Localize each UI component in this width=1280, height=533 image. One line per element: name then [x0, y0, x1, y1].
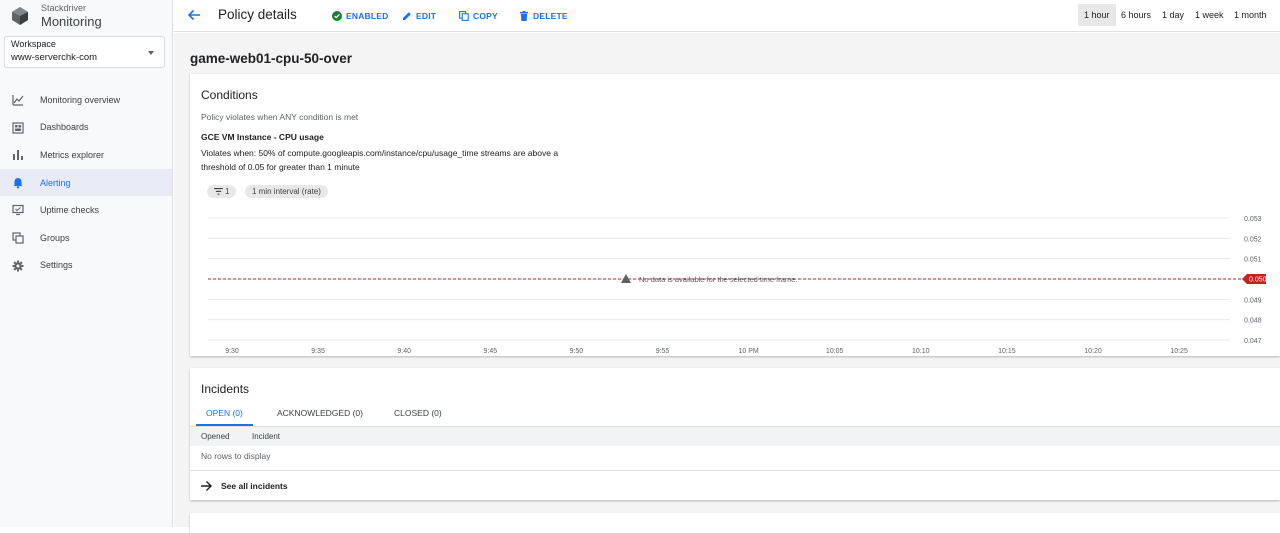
- sidebar-item-label: Groups: [40, 232, 70, 243]
- sidebar-item-uptime-checks[interactable]: Uptime checks: [0, 196, 172, 224]
- see-all-incidents-label: See all incidents: [221, 481, 288, 491]
- y-tick-label: 0.053: [1244, 216, 1262, 223]
- sidebar-item-dashboards[interactable]: Dashboards: [0, 114, 172, 142]
- conditions-card: Conditions Policy violates when ANY cond…: [190, 74, 1280, 356]
- sidebar-nav: Monitoring overview Dashboards Metrics e…: [0, 86, 172, 279]
- filter-count: 1: [225, 187, 230, 196]
- y-tick-label: 0.049: [1244, 297, 1262, 304]
- conditions-subtitle: Policy violates when ANY condition is me…: [201, 112, 359, 122]
- x-tick-label: 10:15: [998, 348, 1016, 354]
- sidebar-item-label: Uptime checks: [40, 205, 100, 216]
- sidebar-item-alerting[interactable]: Alerting: [0, 168, 172, 197]
- sidebar: Stackdriver Monitoring Workspace www-ser…: [0, 0, 173, 527]
- stackdriver-logo-icon: [12, 7, 28, 25]
- bell-icon: [13, 177, 23, 189]
- x-tick-label: 9:45: [483, 348, 497, 354]
- x-tick-label: 9:30: [225, 348, 239, 354]
- y-tick-label: 0.047: [1244, 338, 1262, 345]
- sidebar-item-settings[interactable]: Settings: [0, 252, 172, 280]
- time-range-1-week[interactable]: 1 week: [1189, 4, 1230, 26]
- x-tick-label: 9:35: [311, 348, 325, 354]
- x-tick-label: 9:40: [397, 348, 411, 354]
- condition-description: Violates when: 50% of compute.googleapis…: [201, 148, 559, 172]
- no-data-message: No data is available for the selected ti…: [639, 275, 797, 284]
- x-tick-label: 9:50: [570, 348, 584, 354]
- conditions-title: Conditions: [201, 88, 258, 102]
- sidebar-item-label: Metrics explorer: [40, 149, 105, 160]
- incidents-table-header: Opened Incident: [190, 426, 1280, 446]
- groups-icon: [12, 232, 24, 244]
- check-circle-icon: [332, 11, 342, 21]
- brand-subtitle: Stackdriver: [41, 3, 87, 13]
- x-tick-label: 10:25: [1170, 348, 1188, 354]
- delete-label: DELETE: [533, 11, 568, 21]
- sidebar-item-label: Alerting: [40, 177, 71, 188]
- uptime-checks-icon: [12, 205, 24, 216]
- interval-chip[interactable]: 1 min interval (rate): [245, 185, 328, 198]
- sidebar-item-label: Dashboards: [40, 122, 89, 133]
- arrow-right-icon: [201, 481, 212, 491]
- policy-name: game-web01-cpu-50-over: [190, 51, 353, 66]
- incidents-card: Incidents OPEN (0) ACKNOWLEDGED (0) CLOS…: [190, 368, 1280, 500]
- x-tick-label: 10 PM: [738, 348, 758, 354]
- back-arrow-icon[interactable]: [186, 7, 202, 23]
- enabled-toggle-button[interactable]: ENABLED: [332, 9, 389, 23]
- tab-closed[interactable]: CLOSED (0): [384, 404, 452, 426]
- copy-button[interactable]: COPY: [459, 9, 498, 23]
- metrics-explorer-icon: [13, 150, 23, 161]
- pencil-icon: [403, 12, 411, 20]
- sidebar-item-groups[interactable]: Groups: [0, 224, 172, 252]
- sidebar-item-metrics-explorer[interactable]: Metrics explorer: [0, 141, 172, 169]
- filter-chip[interactable]: 1: [207, 185, 237, 198]
- see-all-incidents-link[interactable]: See all incidents: [190, 470, 1280, 500]
- workspace-selector[interactable]: Workspace www-serverchk-com: [4, 36, 165, 68]
- sidebar-item-label: Monitoring overview: [40, 94, 121, 105]
- dashboards-icon: [12, 121, 24, 134]
- x-tick-label: 10:05: [826, 348, 844, 354]
- y-tick-label: 0.048: [1244, 318, 1262, 325]
- top-bar: Policy details ENABLED EDIT COPY DELETE …: [174, 0, 1280, 32]
- chevron-down-icon: [148, 51, 154, 55]
- incidents-title: Incidents: [201, 382, 250, 396]
- main-content: game-web01-cpu-50-over Conditions Policy…: [174, 33, 1280, 533]
- condition-name: GCE VM Instance - CPU usage: [201, 132, 324, 142]
- copy-icon: [459, 11, 469, 21]
- gear-icon: [12, 260, 24, 272]
- trash-icon: [520, 11, 528, 21]
- enabled-label: ENABLED: [346, 11, 389, 21]
- time-range-1-hour[interactable]: 1 hour: [1078, 4, 1116, 26]
- brand-title: Monitoring: [41, 14, 102, 29]
- sidebar-item-label: Settings: [40, 260, 73, 271]
- time-range-6-hours[interactable]: 6 hours: [1115, 4, 1157, 26]
- next-card: [190, 513, 1280, 533]
- filter-icon: [214, 188, 223, 195]
- condition-chart: 0.053 0.052 0.051 0.049 0.048 0.047 9:30 9:35 9:…: [208, 216, 1267, 354]
- y-tick-label: 0.051: [1244, 257, 1262, 264]
- edit-button[interactable]: EDIT: [402, 9, 436, 23]
- column-header-incident[interactable]: Incident: [252, 432, 280, 441]
- column-header-opened[interactable]: Opened: [201, 432, 229, 441]
- time-range-1-month[interactable]: 1 month: [1228, 4, 1273, 26]
- page-title: Policy details: [218, 7, 297, 22]
- tab-acknowledged[interactable]: ACKNOWLEDGED (0): [267, 404, 373, 426]
- edit-label: EDIT: [416, 11, 437, 21]
- x-tick-label: 10:20: [1084, 348, 1102, 354]
- threshold-label: 0.050: [1249, 277, 1267, 284]
- copy-label: COPY: [473, 11, 498, 21]
- empty-table-message: No rows to display: [201, 451, 271, 461]
- delete-button[interactable]: DELETE: [519, 9, 568, 23]
- time-range-1-day[interactable]: 1 day: [1156, 4, 1190, 26]
- x-tick-label: 9:55: [656, 348, 670, 354]
- workspace-label: Workspace: [11, 39, 56, 49]
- tab-open[interactable]: OPEN (0): [196, 404, 253, 426]
- y-tick-label: 0.052: [1244, 236, 1262, 243]
- workspace-value: www-serverchk-com: [11, 52, 98, 63]
- sidebar-item-monitoring-overview[interactable]: Monitoring overview: [0, 86, 172, 114]
- monitoring-overview-icon: [12, 95, 24, 106]
- x-tick-label: 10:10: [912, 348, 930, 354]
